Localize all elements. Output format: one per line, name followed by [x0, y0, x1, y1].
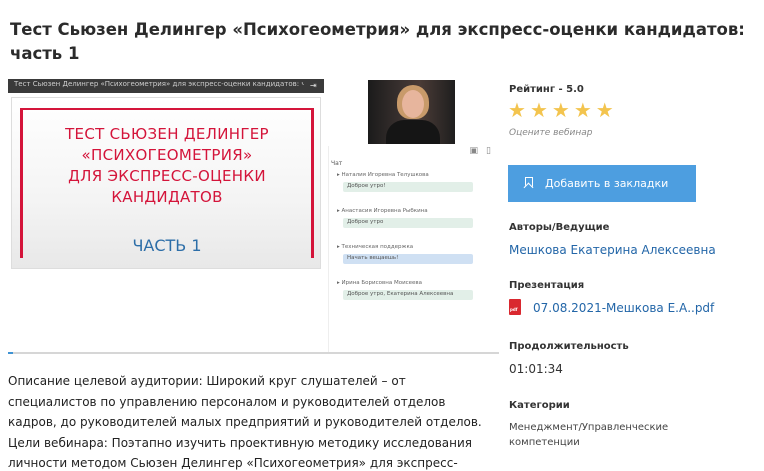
page-title: Тест Сьюзен Делингер «Психогеометрия» дл…: [10, 20, 745, 63]
chat-text: Доброе утро: [343, 218, 473, 228]
author-link[interactable]: Мешкова Екатерина Алексеевна: [509, 243, 716, 257]
chat-panel: ▣ ▯ Чат ▸ Наталия Игоревна Телушкова Добр…: [328, 146, 499, 352]
chat-author: ▸ Анастасия Игоревна Рыбкина: [337, 208, 428, 214]
speaker-video: [368, 80, 455, 144]
presentation-label: Презентация: [509, 280, 585, 291]
rating-label: Рейтинг - 5.0: [509, 84, 584, 95]
category-label: Категории: [509, 400, 570, 411]
slide-line: КАНДИДАТОВ: [111, 188, 223, 206]
bookmark-icon: [525, 177, 533, 188]
chat-author: ▸ Техническая поддержка: [337, 244, 414, 250]
add-bookmark-button[interactable]: Добавить в закладки: [508, 165, 696, 202]
rate-webinar-link[interactable]: Оцените вебинар: [509, 128, 592, 138]
chat-text: Доброе утро, Екатерина Алексеевна: [343, 290, 473, 300]
star-icon[interactable]: ★: [596, 100, 614, 120]
star-icon[interactable]: ★: [508, 100, 526, 120]
star-icon[interactable]: ★: [574, 100, 592, 120]
presentation-slide: ТЕСТ СЬЮЗЕН ДЕЛИНГЕР «ПСИХОГЕОМЕТРИЯ» ДЛ…: [11, 97, 321, 269]
slide-line: ДЛЯ ЭКСПРЕСС-ОЦЕНКИ: [68, 167, 266, 185]
progress-fill: [8, 352, 13, 354]
chat-author: ▸ Ирина Борисовна Моисеева: [337, 280, 423, 286]
chat-text: Начать вещаешь!: [343, 254, 473, 264]
star-icon[interactable]: ★: [530, 100, 548, 120]
player-topbar-title: Тест Сьюзен Делингер «Психогеометрия» дл…: [14, 80, 304, 88]
rating-stars[interactable]: ★ ★ ★ ★ ★: [508, 100, 628, 121]
slide-part: ЧАСТЬ 1: [132, 236, 202, 255]
exit-icon[interactable]: ⇥: [310, 81, 320, 91]
add-bookmark-label: Добавить в закладки: [545, 177, 669, 190]
document-icon[interactable]: ▯: [486, 146, 491, 156]
duration-label: Продолжительность: [509, 341, 629, 352]
chat-tab[interactable]: Чат: [331, 160, 342, 167]
chat-message: ▸ Наталия Игоревна Телушкова Доброе утро…: [337, 172, 473, 192]
chat-message: ▸ Техническая поддержка Начать вещаешь!: [337, 244, 473, 264]
slide-line: «ПСИХОГЕОМЕТРИЯ»: [81, 146, 253, 164]
presentation-file-link[interactable]: 07.08.2021-Мешкова Е.А..pdf: [533, 301, 714, 315]
chat-text: Доброе утро!: [343, 182, 473, 192]
chat-author: ▸ Наталия Игоревна Телушкова: [337, 172, 429, 178]
slide-line: ТЕСТ СЬЮЗЕН ДЕЛИНГЕР: [65, 125, 269, 143]
video-progress-bar[interactable]: [8, 352, 499, 354]
webinar-description: Описание целевой аудитории: Широкий круг…: [8, 374, 482, 470]
star-icon[interactable]: ★: [552, 100, 570, 120]
chat-message: ▸ Анастасия Игоревна Рыбкина Доброе утро: [337, 208, 473, 228]
duration-value: 01:01:34: [509, 362, 563, 376]
pdf-badge: pdf: [510, 307, 518, 312]
pdf-icon[interactable]: pdf: [509, 299, 521, 315]
slide-title: ТЕСТ СЬЮЗЕН ДЕЛИНГЕР «ПСИХОГЕОМЕТРИЯ» ДЛ…: [12, 124, 322, 208]
authors-label: Авторы/Ведущие: [509, 222, 610, 233]
player-topbar: Тест Сьюзен Делингер «Психогеометрия» дл…: [8, 79, 324, 93]
chat-message: ▸ Ирина Борисовна Моисеева Доброе утро, …: [337, 280, 473, 300]
chat-icon[interactable]: ▣: [470, 146, 479, 156]
category-value[interactable]: Менеджмент/Управленческие компетенции: [509, 420, 699, 450]
